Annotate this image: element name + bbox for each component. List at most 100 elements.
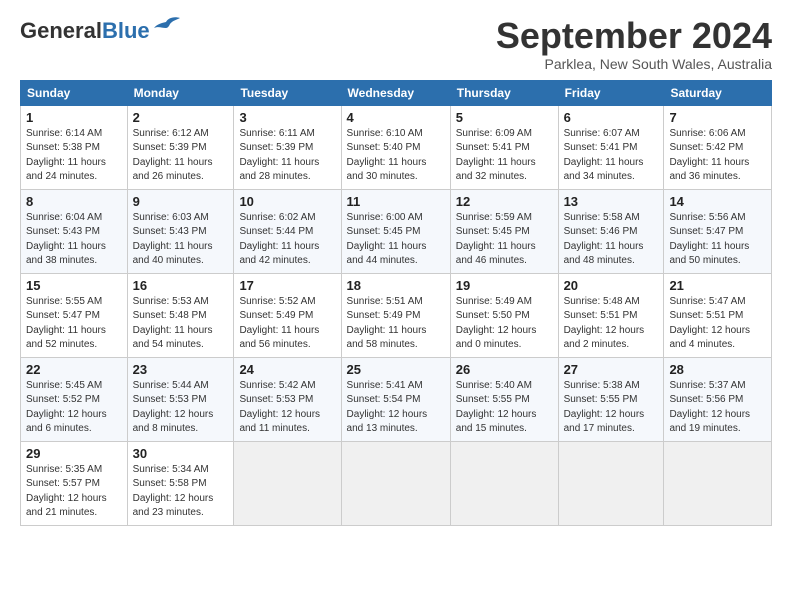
day-number: 27 — [564, 362, 659, 377]
calendar-week-row: 8Sunrise: 6:04 AMSunset: 5:43 PMDaylight… — [21, 189, 772, 273]
day-detail-line: and 48 minutes. — [564, 254, 659, 269]
location-title: Parklea, New South Wales, Australia — [496, 56, 772, 72]
calendar-cell: 11Sunrise: 6:00 AMSunset: 5:45 PMDayligh… — [341, 189, 450, 273]
day-detail-line: Sunrise: 6:09 AM — [456, 127, 553, 142]
day-detail-line: Sunset: 5:52 PM — [26, 393, 122, 408]
day-detail-line: Sunrise: 5:41 AM — [347, 379, 445, 394]
calendar-cell: 22Sunrise: 5:45 AMSunset: 5:52 PMDayligh… — [21, 357, 128, 441]
day-detail-line: Daylight: 11 hours — [133, 324, 229, 339]
day-detail-line: Sunset: 5:55 PM — [456, 393, 553, 408]
day-number: 30 — [133, 446, 229, 461]
day-detail-line: Daylight: 11 hours — [564, 240, 659, 255]
calendar-table: SundayMondayTuesdayWednesdayThursdayFrid… — [20, 80, 772, 526]
day-detail-line: Sunset: 5:39 PM — [239, 141, 335, 156]
calendar-cell: 14Sunrise: 5:56 AMSunset: 5:47 PMDayligh… — [664, 189, 772, 273]
calendar-cell: 20Sunrise: 5:48 AMSunset: 5:51 PMDayligh… — [558, 273, 664, 357]
day-detail-line: Sunrise: 5:44 AM — [133, 379, 229, 394]
day-number: 9 — [133, 194, 229, 209]
day-detail-line: Sunset: 5:40 PM — [347, 141, 445, 156]
day-detail-line: Sunrise: 5:42 AM — [239, 379, 335, 394]
day-detail-line: Sunset: 5:58 PM — [133, 477, 229, 492]
day-detail: Sunrise: 5:52 AMSunset: 5:49 PMDaylight:… — [239, 295, 335, 353]
day-number: 2 — [133, 110, 229, 125]
day-detail-line: Daylight: 11 hours — [456, 156, 553, 171]
day-detail-line: and 17 minutes. — [564, 422, 659, 437]
day-number: 17 — [239, 278, 335, 293]
day-detail-line: and 46 minutes. — [456, 254, 553, 269]
day-detail-line: and 30 minutes. — [347, 170, 445, 185]
day-detail-line: Sunset: 5:47 PM — [669, 225, 766, 240]
day-detail-line: Daylight: 11 hours — [239, 240, 335, 255]
day-detail-line: and 2 minutes. — [564, 338, 659, 353]
day-number: 23 — [133, 362, 229, 377]
day-detail-line: and 6 minutes. — [26, 422, 122, 437]
day-detail-line: and 56 minutes. — [239, 338, 335, 353]
calendar-cell: 12Sunrise: 5:59 AMSunset: 5:45 PMDayligh… — [450, 189, 558, 273]
day-detail-line: Daylight: 11 hours — [669, 240, 766, 255]
day-detail: Sunrise: 5:53 AMSunset: 5:48 PMDaylight:… — [133, 295, 229, 353]
day-detail-line: Sunrise: 5:58 AM — [564, 211, 659, 226]
day-detail-line: Daylight: 12 hours — [456, 324, 553, 339]
calendar-cell: 13Sunrise: 5:58 AMSunset: 5:46 PMDayligh… — [558, 189, 664, 273]
day-detail-line: Sunrise: 5:40 AM — [456, 379, 553, 394]
day-number: 18 — [347, 278, 445, 293]
day-detail-line: and 40 minutes. — [133, 254, 229, 269]
day-number: 15 — [26, 278, 122, 293]
day-detail-line: Sunrise: 6:03 AM — [133, 211, 229, 226]
calendar-header-row: SundayMondayTuesdayWednesdayThursdayFrid… — [21, 80, 772, 105]
day-detail-line: Daylight: 11 hours — [239, 324, 335, 339]
logo-text: GeneralBlue — [20, 20, 150, 42]
col-header-tuesday: Tuesday — [234, 80, 341, 105]
calendar-cell: 17 Sunrise: 5:52 AMSunset: 5:49 PMDayligh… — [234, 273, 341, 357]
day-detail-line: Daylight: 12 hours — [347, 408, 445, 423]
page-header: GeneralBlue September 2024 Parklea, New … — [20, 16, 772, 72]
day-detail: Sunrise: 5:42 AMSunset: 5:53 PMDaylight:… — [239, 379, 335, 437]
day-number: 24 — [239, 362, 335, 377]
day-detail-line: and 34 minutes. — [564, 170, 659, 185]
day-number: 1 — [26, 110, 122, 125]
day-detail: Sunrise: 5:41 AMSunset: 5:54 PMDaylight:… — [347, 379, 445, 437]
day-detail: Sunrise: 5:38 AMSunset: 5:55 PMDaylight:… — [564, 379, 659, 437]
day-detail-line: Sunset: 5:44 PM — [239, 225, 335, 240]
calendar-cell: 7Sunrise: 6:06 AMSunset: 5:42 PMDaylight… — [664, 105, 772, 189]
calendar-cell: 24 Sunrise: 5:42 AMSunset: 5:53 PMDayligh… — [234, 357, 341, 441]
day-detail: Sunrise: 6:07 AMSunset: 5:41 PMDaylight:… — [564, 127, 659, 185]
day-number: 21 — [669, 278, 766, 293]
day-detail-line: Daylight: 11 hours — [133, 240, 229, 255]
day-detail-line: Daylight: 11 hours — [347, 324, 445, 339]
day-detail-line: Daylight: 11 hours — [133, 156, 229, 171]
day-detail: Sunrise: 6:14 AMSunset: 5:38 PMDaylight:… — [26, 127, 122, 185]
day-detail-line: Sunrise: 5:34 AM — [133, 463, 229, 478]
day-detail-line: and 28 minutes. — [239, 170, 335, 185]
calendar-cell: 23Sunrise: 5:44 AMSunset: 5:53 PMDayligh… — [127, 357, 234, 441]
day-detail-line: Sunset: 5:39 PM — [133, 141, 229, 156]
day-detail-line: Sunset: 5:45 PM — [347, 225, 445, 240]
day-number: 19 — [456, 278, 553, 293]
calendar-cell: 8Sunrise: 6:04 AMSunset: 5:43 PMDaylight… — [21, 189, 128, 273]
day-detail: Sunrise: 5:51 AMSunset: 5:49 PMDaylight:… — [347, 295, 445, 353]
calendar-cell: 5Sunrise: 6:09 AMSunset: 5:41 PMDaylight… — [450, 105, 558, 189]
day-detail: Sunrise: 5:35 AMSunset: 5:57 PMDaylight:… — [26, 463, 122, 521]
logo-bird-icon — [152, 16, 182, 38]
col-header-friday: Friday — [558, 80, 664, 105]
calendar-cell: 30 Sunrise: 5:34 AMSunset: 5:58 PMDayligh… — [127, 441, 234, 525]
day-detail-line: Sunset: 5:57 PM — [26, 477, 122, 492]
day-detail-line: Sunset: 5:45 PM — [456, 225, 553, 240]
day-detail-line: and 15 minutes. — [456, 422, 553, 437]
day-detail-line: and 42 minutes. — [239, 254, 335, 269]
day-detail-line: and 32 minutes. — [456, 170, 553, 185]
logo-general: General — [20, 18, 102, 43]
day-number: 25 — [347, 362, 445, 377]
day-detail-line: Daylight: 12 hours — [564, 324, 659, 339]
day-detail-line: and 50 minutes. — [669, 254, 766, 269]
day-detail: Sunrise: 6:04 AMSunset: 5:43 PMDaylight:… — [26, 211, 122, 269]
day-detail-line: Sunrise: 6:10 AM — [347, 127, 445, 142]
day-detail-line: Daylight: 11 hours — [26, 324, 122, 339]
day-detail-line: Sunset: 5:43 PM — [26, 225, 122, 240]
calendar-cell: 3Sunrise: 6:11 AMSunset: 5:39 PMDaylight… — [234, 105, 341, 189]
day-detail-line: Sunset: 5:41 PM — [564, 141, 659, 156]
month-title: September 2024 — [496, 16, 772, 56]
calendar-cell — [341, 441, 450, 525]
day-detail-line: Sunrise: 5:45 AM — [26, 379, 122, 394]
day-detail: Sunrise: 5:34 AMSunset: 5:58 PMDaylight:… — [133, 463, 229, 521]
